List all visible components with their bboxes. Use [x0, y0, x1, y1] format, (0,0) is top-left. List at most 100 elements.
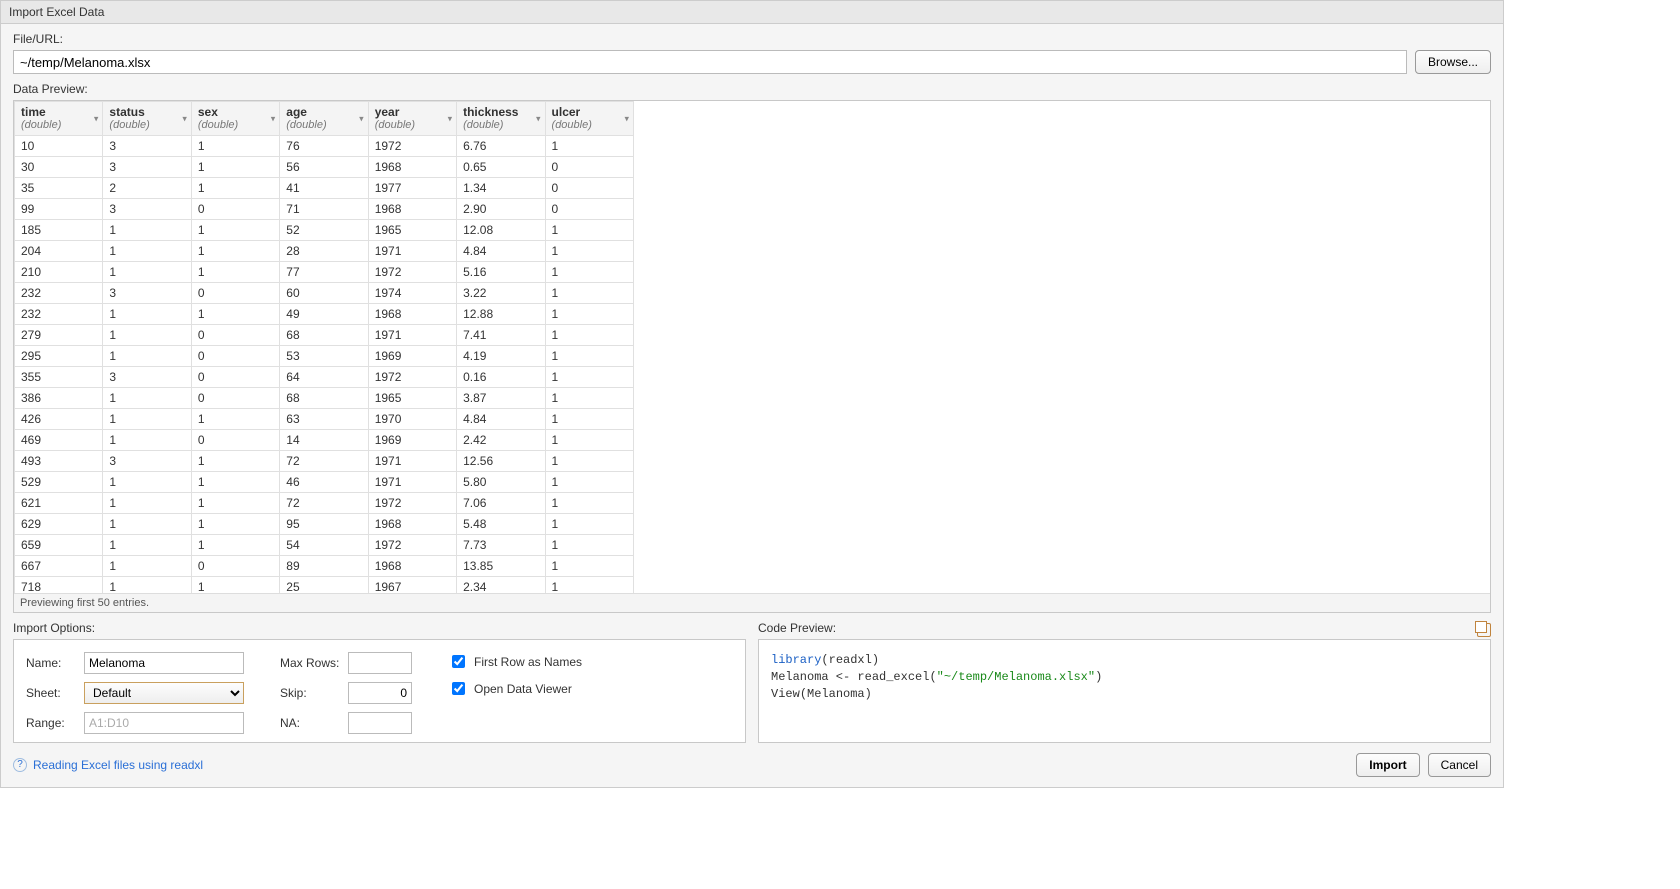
table-cell: 2.90 [457, 199, 545, 220]
table-cell: 1969 [368, 346, 456, 367]
column-header-thickness[interactable]: thickness(double)▾ [457, 102, 545, 136]
table-row[interactable]: 210117719725.161 [15, 262, 634, 283]
table-cell: 3 [103, 157, 191, 178]
column-name: status [109, 105, 184, 119]
table-row[interactable]: 2321149196812.881 [15, 304, 634, 325]
table-cell: 232 [15, 304, 103, 325]
maxrows-input[interactable] [348, 652, 412, 674]
dialog-footer: ? Reading Excel files using readxl Impor… [13, 753, 1491, 777]
table-cell: 0 [545, 157, 633, 178]
table-cell: 1 [545, 577, 633, 594]
table-cell: 493 [15, 451, 103, 472]
table-cell: 1 [103, 262, 191, 283]
table-row[interactable]: 295105319694.191 [15, 346, 634, 367]
table-cell: 0 [191, 367, 279, 388]
table-row[interactable]: 10317619726.761 [15, 136, 634, 157]
table-cell: 0.65 [457, 157, 545, 178]
table-cell: 1 [545, 409, 633, 430]
open-viewer-checkbox[interactable] [452, 682, 465, 695]
table-cell: 4.84 [457, 409, 545, 430]
table-cell: 386 [15, 388, 103, 409]
column-name: sex [198, 105, 273, 119]
help-link-text: Reading Excel files using readxl [33, 758, 203, 772]
table-cell: 1972 [368, 367, 456, 388]
data-preview-label: Data Preview: [13, 82, 1491, 96]
chevron-down-icon[interactable]: ▾ [448, 113, 453, 124]
table-cell: 12.56 [457, 451, 545, 472]
table-cell: 25 [280, 577, 368, 594]
table-cell: 2 [103, 178, 191, 199]
table-cell: 14 [280, 430, 368, 451]
table-row[interactable]: 30315619680.650 [15, 157, 634, 178]
import-button[interactable]: Import [1356, 753, 1419, 777]
table-cell: 1 [191, 493, 279, 514]
copy-code-icon[interactable] [1477, 623, 1491, 637]
cancel-button[interactable]: Cancel [1428, 753, 1491, 777]
name-input[interactable] [84, 652, 244, 674]
code-preview-panel: Code Preview: library(readxl) Melanoma <… [758, 621, 1491, 743]
table-row[interactable]: 35214119771.340 [15, 178, 634, 199]
table-row[interactable]: 629119519685.481 [15, 514, 634, 535]
table-cell: 64 [280, 367, 368, 388]
dialog-title: Import Excel Data [1, 1, 1503, 24]
table-cell: 1 [545, 493, 633, 514]
column-header-time[interactable]: time(double)▾ [15, 102, 103, 136]
chevron-down-icon[interactable]: ▾ [624, 113, 629, 124]
code-preview-text: library(readxl) Melanoma <- read_excel("… [771, 652, 1478, 702]
table-row[interactable]: 99307119682.900 [15, 199, 634, 220]
data-preview-scroll[interactable]: time(double)▾status(double)▾sex(double)▾… [14, 101, 1490, 593]
file-url-input[interactable] [13, 50, 1407, 74]
table-row[interactable]: 386106819653.871 [15, 388, 634, 409]
skip-label: Skip: [280, 686, 340, 700]
table-cell: 1 [545, 304, 633, 325]
table-row[interactable]: 355306419720.161 [15, 367, 634, 388]
sheet-label: Sheet: [26, 686, 76, 700]
table-row[interactable]: 621117219727.061 [15, 493, 634, 514]
table-cell: 1 [191, 178, 279, 199]
table-row[interactable]: 659115419727.731 [15, 535, 634, 556]
help-link[interactable]: ? Reading Excel files using readxl [13, 758, 203, 772]
column-header-status[interactable]: status(double)▾ [103, 102, 191, 136]
table-row[interactable]: 279106819717.411 [15, 325, 634, 346]
column-header-ulcer[interactable]: ulcer(double)▾ [545, 102, 633, 136]
table-cell: 1 [545, 283, 633, 304]
table-cell: 1 [191, 472, 279, 493]
column-name: age [286, 105, 361, 119]
sheet-select[interactable]: Default [84, 682, 244, 704]
chevron-down-icon[interactable]: ▾ [271, 113, 276, 124]
column-header-year[interactable]: year(double)▾ [368, 102, 456, 136]
range-input[interactable] [84, 712, 244, 734]
column-header-age[interactable]: age(double)▾ [280, 102, 368, 136]
table-cell: 1 [191, 577, 279, 594]
skip-input[interactable] [348, 682, 412, 704]
table-cell: 1 [103, 472, 191, 493]
browse-button[interactable]: Browse... [1415, 50, 1491, 74]
table-row[interactable]: 4933172197112.561 [15, 451, 634, 472]
table-row[interactable]: 6671089196813.851 [15, 556, 634, 577]
table-row[interactable]: 718112519672.341 [15, 577, 634, 594]
table-row[interactable]: 426116319704.841 [15, 409, 634, 430]
table-cell: 1 [103, 388, 191, 409]
first-row-checkbox[interactable] [452, 655, 465, 668]
table-row[interactable]: 529114619715.801 [15, 472, 634, 493]
table-cell: 1968 [368, 556, 456, 577]
table-cell: 1967 [368, 577, 456, 594]
table-cell: 95 [280, 514, 368, 535]
na-input[interactable] [348, 712, 412, 734]
table-row[interactable]: 204112819714.841 [15, 241, 634, 262]
maxrows-label: Max Rows: [280, 656, 340, 670]
table-cell: 1 [191, 241, 279, 262]
table-cell: 1 [545, 346, 633, 367]
table-row[interactable]: 469101419692.421 [15, 430, 634, 451]
chevron-down-icon[interactable]: ▾ [94, 113, 99, 124]
table-row[interactable]: 232306019743.221 [15, 283, 634, 304]
table-cell: 7.73 [457, 535, 545, 556]
table-cell: 629 [15, 514, 103, 535]
table-row[interactable]: 1851152196512.081 [15, 220, 634, 241]
chevron-down-icon[interactable]: ▾ [182, 113, 187, 124]
table-cell: 1965 [368, 220, 456, 241]
column-header-sex[interactable]: sex(double)▾ [191, 102, 279, 136]
chevron-down-icon[interactable]: ▾ [536, 113, 541, 124]
table-cell: 1971 [368, 241, 456, 262]
chevron-down-icon[interactable]: ▾ [359, 113, 364, 124]
